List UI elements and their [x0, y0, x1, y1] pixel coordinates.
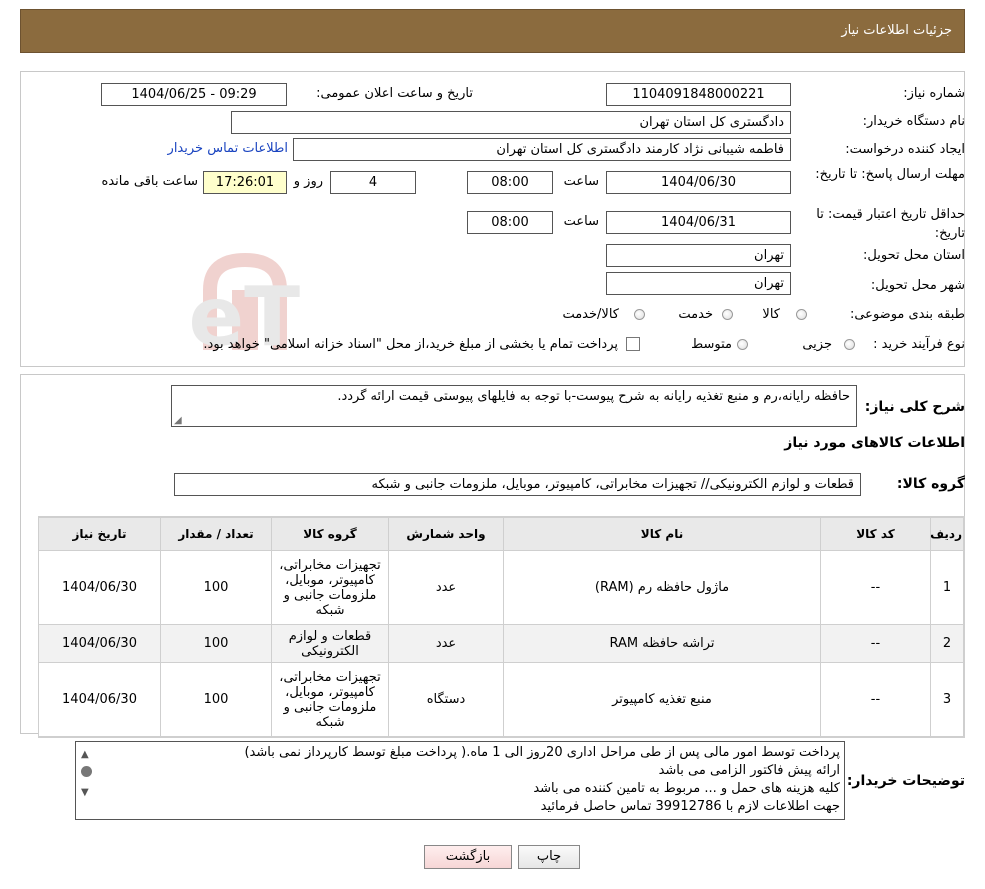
deadline-time-field: 08:00 — [467, 171, 553, 194]
cell-unit: عدد — [388, 550, 504, 625]
announce-date-label: تاریخ و ساعت اعلان عمومی: — [316, 86, 473, 101]
notes-scrollbar[interactable]: ▲ ▼ — [78, 744, 94, 818]
cell-group: قطعات و لوازم الکترونیکی — [271, 624, 389, 663]
items-table-wrap: ردیف کد کالا نام کالا واحد شمارش گروه کا… — [38, 516, 965, 738]
scroll-thumb[interactable] — [81, 766, 92, 777]
cell-row-number: 2 — [930, 624, 964, 663]
radio-minor-label: جزیی — [802, 337, 832, 352]
col-header-date: تاریخ نیاز — [38, 517, 161, 551]
scroll-up-icon[interactable]: ▲ — [81, 746, 89, 764]
cell-group: تجهیزات مخابراتی، کامپیوتر، موبایل، ملزو… — [271, 662, 389, 737]
cell-unit: عدد — [388, 624, 504, 663]
cell-qty: 100 — [160, 550, 272, 625]
goods-info-title: اطلاعات کالاهای مورد نیاز — [784, 435, 965, 451]
cell-qty: 100 — [160, 624, 272, 663]
radio-goods-service[interactable] — [634, 309, 645, 320]
cell-unit: دستگاه — [388, 662, 504, 737]
buyer-org-field: دادگستری کل استان تهران — [231, 111, 791, 134]
cell-code: -- — [820, 550, 931, 625]
buyer-notes-textarea[interactable]: پرداخت توسط امور مالی پس از طی مراحل ادا… — [75, 741, 845, 820]
items-table: ردیف کد کالا نام کالا واحد شمارش گروه کا… — [38, 517, 964, 737]
city-field: تهران — [606, 272, 791, 295]
col-header-unit: واحد شمارش — [388, 517, 504, 551]
description-text: حافظه رایانه،رم و منبع تغذیه رایانه به ش… — [337, 389, 850, 404]
col-header-name: نام کالا — [503, 517, 821, 551]
cell-name: ماژول حافظه رم (RAM) — [503, 550, 821, 625]
validity-time-field: 08:00 — [467, 211, 553, 234]
cell-row-number: 3 — [930, 662, 964, 737]
radio-minor[interactable] — [844, 339, 855, 350]
city-label: شهر محل تحویل: — [870, 278, 965, 293]
cell-name: منبع تغذیه کامپیوتر — [503, 662, 821, 737]
col-header-code: کد کالا — [820, 517, 931, 551]
cell-group: تجهیزات مخابراتی، کامپیوتر، موبایل، ملزو… — [271, 550, 389, 625]
radio-goods[interactable] — [796, 309, 807, 320]
category-label: طبقه بندی موضوعی: — [849, 307, 965, 322]
radio-goods-service-label: کالا/خدمت — [562, 307, 619, 322]
radio-service-label: خدمت — [678, 307, 713, 322]
deadline-label: مهلت ارسال پاسخ: تا تاریخ: — [815, 167, 965, 182]
radio-service[interactable] — [722, 309, 733, 320]
page-header: جزئیات اطلاعات نیاز — [20, 9, 965, 53]
radio-medium-label: متوسط — [691, 337, 732, 352]
need-number-field: 1104091848000221 — [606, 83, 791, 106]
remaining-time-field: 17:26:01 — [203, 171, 287, 194]
back-button[interactable]: بازگشت — [424, 845, 512, 869]
buyer-note-line: ارائه پیش فاکتور الزامی می باشد — [658, 763, 840, 778]
goods-group-field: قطعات و لوازم الکترونیکی// تجهیزات مخابر… — [174, 473, 861, 496]
cell-date: 1404/06/30 — [38, 550, 161, 625]
deadline-time-label: ساعت — [563, 174, 599, 189]
table-row: 3 -- منبع تغذیه کامپیوتر دستگاه تجهیزات … — [38, 662, 964, 737]
buyer-notes-label: توضیحات خریدار: — [846, 773, 965, 789]
buyer-note-line: پرداخت توسط امور مالی پس از طی مراحل ادا… — [244, 745, 840, 760]
validity-date-field: 1404/06/31 — [606, 211, 791, 234]
cell-row-number: 1 — [930, 550, 964, 625]
need-number-label: شماره نیاز: — [903, 86, 965, 101]
buyer-note-line: جهت اطلاعات لازم با 39912786 تماس حاصل ف… — [540, 799, 840, 814]
goods-group-label: گروه کالا: — [896, 476, 965, 492]
creator-field: فاطمه شیبانی نژاد کارمند دادگستری کل است… — [293, 138, 791, 161]
buyer-contact-link[interactable]: اطلاعات تماس خریدار — [168, 141, 288, 156]
radio-goods-label: کالا — [762, 307, 780, 322]
col-header-qty: تعداد / مقدار — [160, 517, 272, 551]
treasury-checkbox[interactable] — [626, 337, 640, 351]
col-header-row: ردیف — [930, 517, 964, 551]
resize-handle-icon: ◢ — [174, 415, 182, 426]
cell-date: 1404/06/30 — [38, 624, 161, 663]
creator-label: ایجاد کننده درخواست: — [845, 142, 965, 157]
deadline-date-field: 1404/06/30 — [606, 171, 791, 194]
validity-time-label: ساعت — [563, 214, 599, 229]
days-label: روز و — [293, 174, 323, 189]
province-label: استان محل تحویل: — [863, 248, 965, 263]
cell-date: 1404/06/30 — [38, 662, 161, 737]
description-textarea[interactable]: حافظه رایانه،رم و منبع تغذیه رایانه به ش… — [171, 385, 857, 427]
remaining-time-label: ساعت باقی مانده — [101, 174, 198, 189]
table-row: 1 -- ماژول حافظه رم (RAM) عدد تجهیزات مخ… — [38, 550, 964, 625]
table-header-row: ردیف کد کالا نام کالا واحد شمارش گروه کا… — [38, 517, 964, 551]
description-label: شرح کلی نیاز: — [864, 399, 965, 415]
buyer-note-line: کلیه هزینه های حمل و ... مربوط به تامین … — [533, 781, 840, 796]
cell-code: -- — [820, 624, 931, 663]
buyer-org-label: نام دستگاه خریدار: — [862, 114, 965, 129]
validity-label: حداقل تاریخ اعتبار قیمت: تا تاریخ: — [816, 207, 965, 241]
radio-medium[interactable] — [737, 339, 748, 350]
scroll-down-icon[interactable]: ▼ — [81, 784, 89, 802]
days-remaining-field: 4 — [330, 171, 416, 194]
announce-date-field: 1404/06/25 - 09:29 — [101, 83, 287, 106]
table-row: 2 -- تراشه حافظه RAM عدد قطعات و لوازم ا… — [38, 624, 964, 663]
cell-qty: 100 — [160, 662, 272, 737]
cell-code: -- — [820, 662, 931, 737]
cell-name: تراشه حافظه RAM — [503, 624, 821, 663]
process-note: پرداخت تمام یا بخشی از مبلغ خرید،از محل … — [203, 337, 618, 352]
province-field: تهران — [606, 244, 791, 267]
process-type-label: نوع فرآیند خرید : — [873, 337, 965, 352]
col-header-group: گروه کالا — [271, 517, 389, 551]
print-button[interactable]: چاپ — [518, 845, 580, 869]
page-title: جزئیات اطلاعات نیاز — [841, 23, 952, 38]
